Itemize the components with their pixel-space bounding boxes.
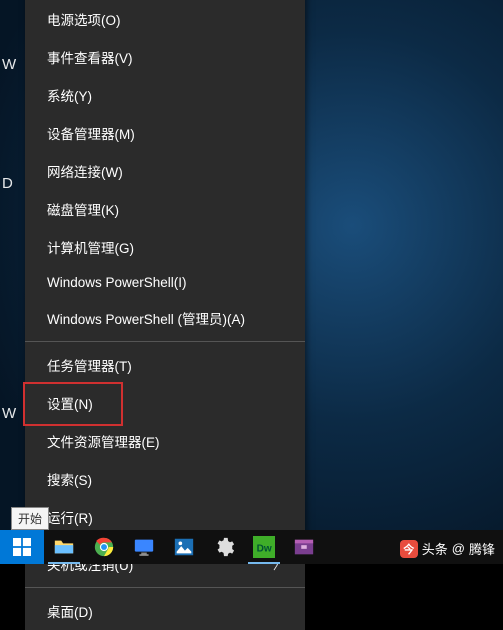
- monitor-icon: [133, 536, 155, 558]
- menu-label: 设备管理器(M): [47, 127, 135, 142]
- credit-author: 腾锋: [469, 539, 495, 558]
- desktop-background: W D W 电源选项(O) 事件查看器(V) 系统(Y) 设备管理器(M) 网络…: [0, 0, 503, 564]
- dreamweaver-icon: Dw: [253, 536, 275, 558]
- chrome-icon: [93, 536, 115, 558]
- icon-hint: W: [2, 56, 20, 74]
- menu-separator: [25, 587, 305, 588]
- menu-label: 事件查看器(V): [47, 51, 133, 66]
- credit-prefix: 头条: [422, 539, 448, 558]
- windows-logo-icon: [11, 536, 33, 558]
- credit-at: @: [452, 541, 465, 556]
- menu-label: 搜索(S): [47, 473, 92, 488]
- archive-icon: [293, 536, 315, 558]
- menu-label: 电源选项(O): [47, 13, 121, 28]
- menu-item-file-explorer[interactable]: 文件资源管理器(E): [25, 422, 305, 460]
- menu-item-system[interactable]: 系统(Y): [25, 76, 305, 114]
- menu-item-task-manager[interactable]: 任务管理器(T): [25, 346, 305, 384]
- toutiao-logo-icon: 今: [400, 540, 418, 558]
- photos-icon: [173, 536, 195, 558]
- menu-item-powershell-admin[interactable]: Windows PowerShell (管理员)(A): [25, 299, 305, 337]
- menu-separator: [25, 341, 305, 342]
- menu-label: 磁盘管理(K): [47, 203, 119, 218]
- menu-label: 网络连接(W): [47, 165, 123, 180]
- taskbar-settings[interactable]: [204, 530, 244, 564]
- menu-label: Windows PowerShell(I): [47, 275, 187, 290]
- icon-hint: D: [2, 175, 20, 193]
- menu-item-computer-management[interactable]: 计算机管理(G): [25, 228, 305, 266]
- menu-item-event-viewer[interactable]: 事件查看器(V): [25, 38, 305, 76]
- menu-label: 运行(R): [47, 511, 93, 526]
- taskbar-display-settings[interactable]: [124, 530, 164, 564]
- folder-icon: [53, 536, 75, 558]
- menu-item-network-connections[interactable]: 网络连接(W): [25, 152, 305, 190]
- menu-item-powershell[interactable]: Windows PowerShell(I): [25, 266, 305, 299]
- start-button-tooltip: 开始: [11, 507, 49, 530]
- attribution-overlay: 今 头条 @ 腾锋: [400, 539, 495, 558]
- menu-item-search[interactable]: 搜索(S): [25, 460, 305, 498]
- taskbar-file-explorer[interactable]: [44, 530, 84, 564]
- svg-text:Dw: Dw: [257, 544, 272, 555]
- taskbar-photos[interactable]: [164, 530, 204, 564]
- gear-icon: [213, 536, 235, 558]
- menu-label: 系统(Y): [47, 89, 92, 104]
- menu-item-power-options[interactable]: 电源选项(O): [25, 0, 305, 38]
- taskbar-chrome[interactable]: [84, 530, 124, 564]
- menu-label: 计算机管理(G): [47, 241, 134, 256]
- menu-label: Windows PowerShell (管理员)(A): [47, 312, 245, 327]
- tooltip-text: 开始: [18, 512, 42, 526]
- menu-item-desktop[interactable]: 桌面(D): [25, 592, 305, 630]
- icon-hint: W: [2, 405, 20, 423]
- menu-label: 文件资源管理器(E): [47, 435, 160, 450]
- menu-item-settings[interactable]: 设置(N): [25, 384, 305, 422]
- menu-item-disk-management[interactable]: 磁盘管理(K): [25, 190, 305, 228]
- taskbar-dreamweaver[interactable]: Dw: [244, 530, 284, 564]
- menu-label: 桌面(D): [47, 605, 93, 620]
- cropped-desktop-icons: W D W: [0, 0, 22, 530]
- taskbar-archive[interactable]: [284, 530, 324, 564]
- start-button[interactable]: [0, 530, 44, 564]
- menu-item-device-manager[interactable]: 设备管理器(M): [25, 114, 305, 152]
- menu-label: 设置(N): [47, 397, 93, 412]
- taskbar-left: Dw: [0, 530, 324, 564]
- menu-label: 任务管理器(T): [47, 359, 132, 374]
